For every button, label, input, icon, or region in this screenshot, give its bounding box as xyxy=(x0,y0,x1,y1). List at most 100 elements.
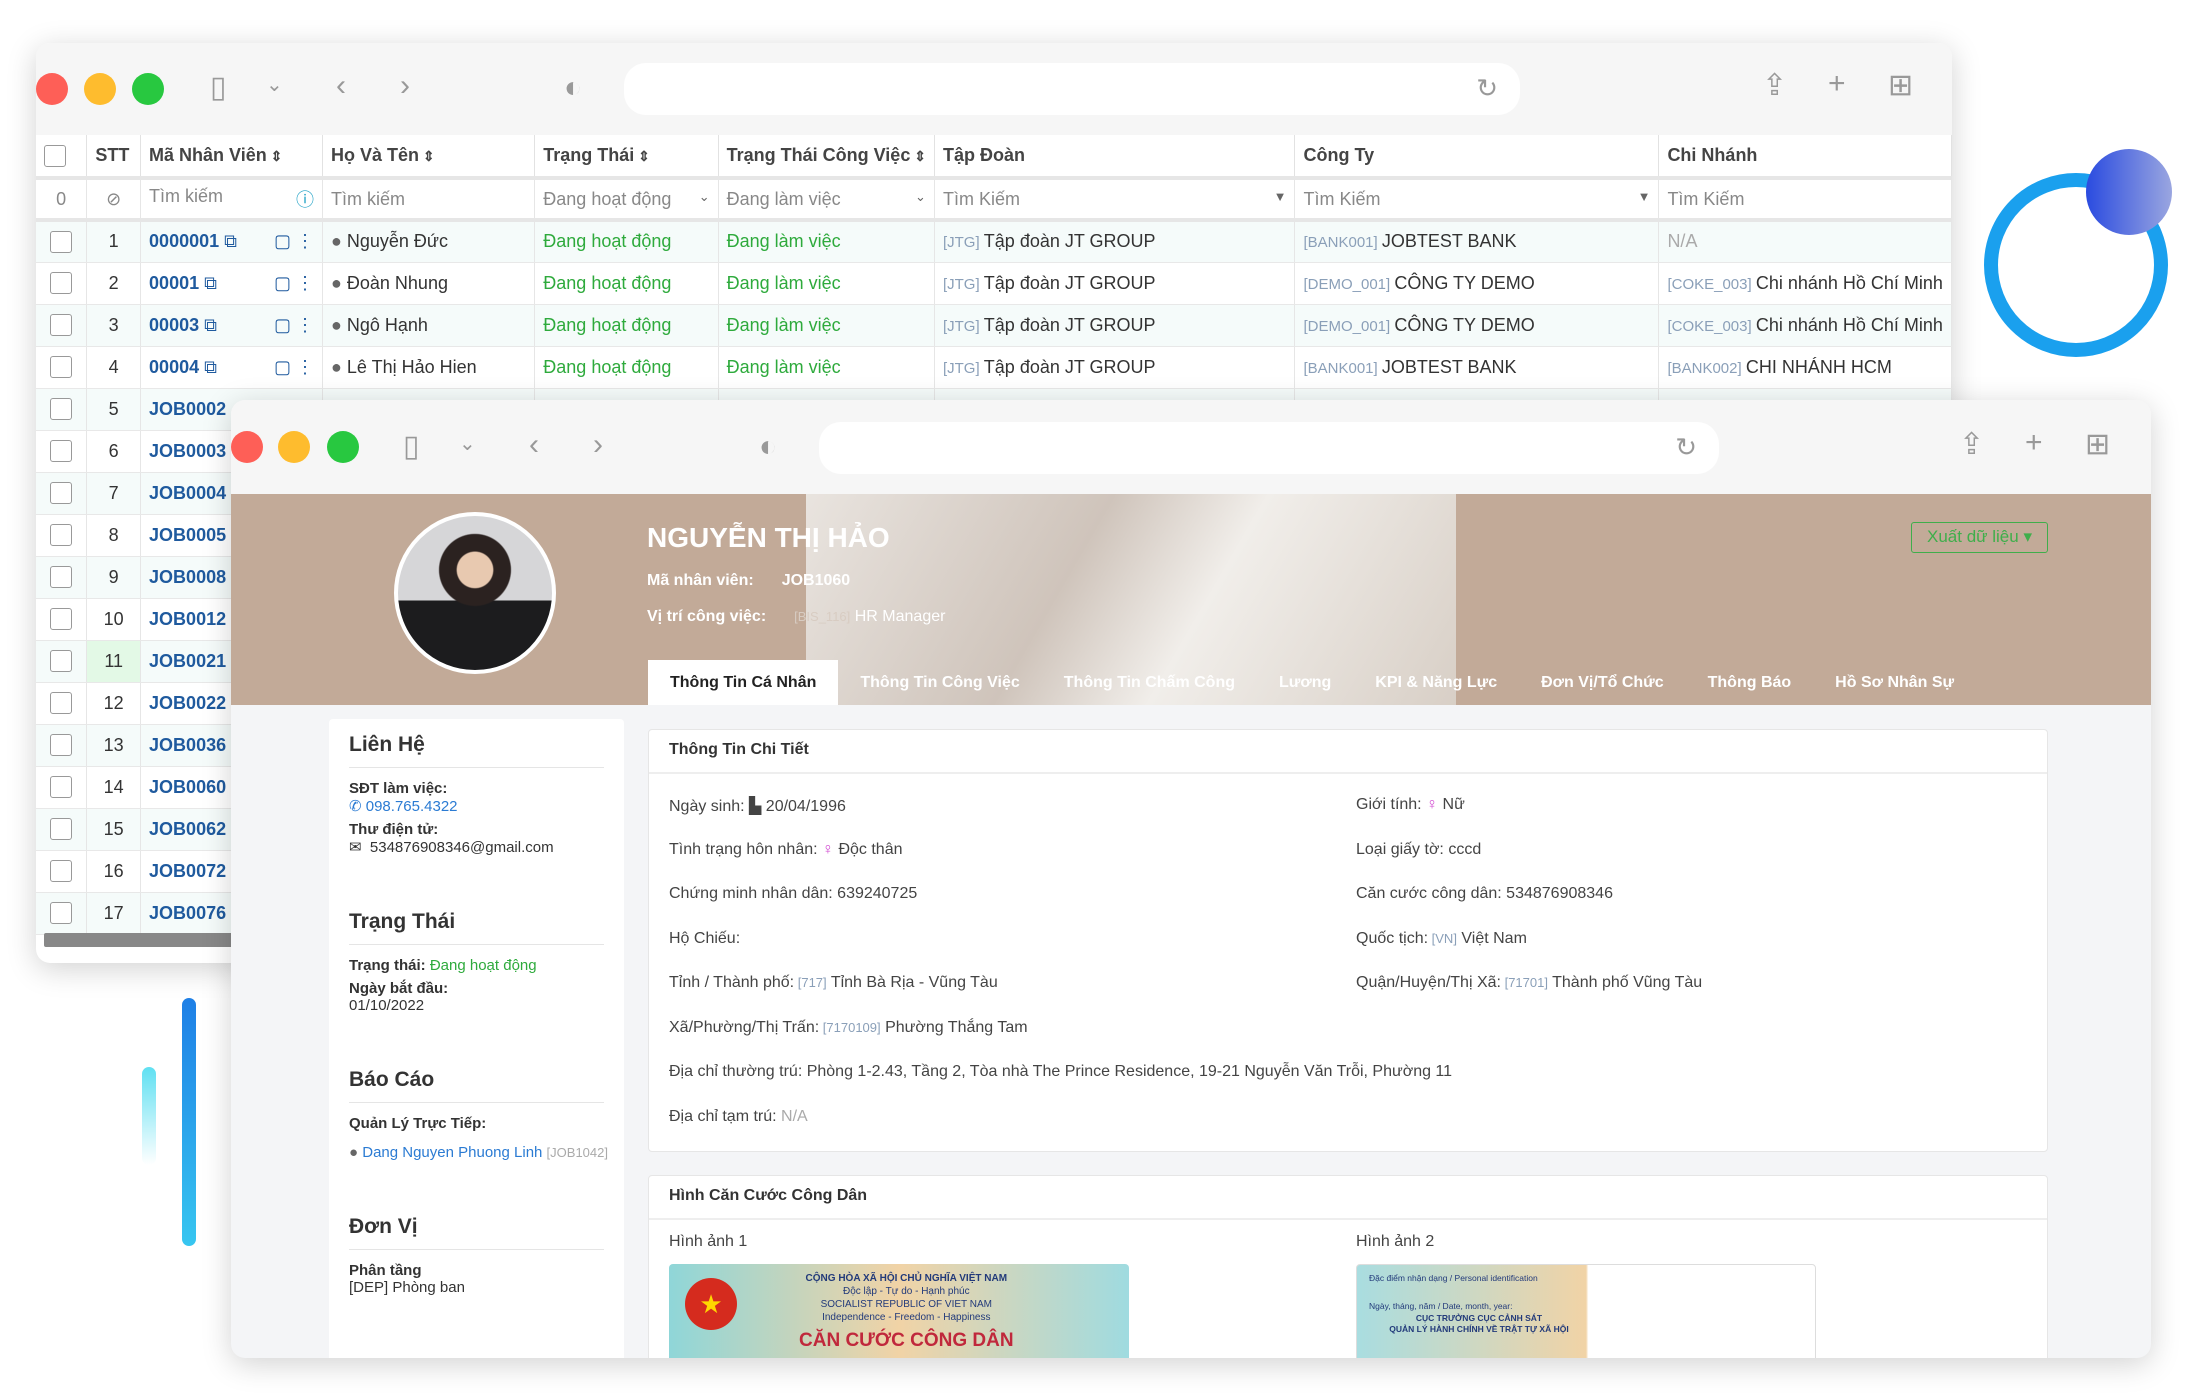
column-header[interactable]: Mã Nhân Viên ⇕ xyxy=(140,135,324,180)
employee-code-link[interactable]: 00004 xyxy=(149,357,199,377)
close-button[interactable] xyxy=(36,73,68,105)
address-bar[interactable]: ↻ xyxy=(624,63,1520,115)
clear-filter-button[interactable]: ⊘ xyxy=(86,178,142,222)
tab-4[interactable]: KPI & Năng Lực xyxy=(1353,660,1519,705)
row-select[interactable] xyxy=(36,346,88,389)
filter-full-name[interactable]: Tìm kiếm xyxy=(322,178,536,222)
info-icon[interactable]: ⓘ xyxy=(296,186,314,212)
external-link-icon[interactable]: ⧉ xyxy=(219,231,237,251)
employee-code-link[interactable]: JOB0036 xyxy=(149,735,226,755)
sort-icon[interactable]: ⇕ xyxy=(419,148,435,164)
sort-icon[interactable]: ⇕ xyxy=(634,148,650,164)
row-select[interactable] xyxy=(36,556,88,599)
new-tab-icon[interactable]: + xyxy=(1828,69,1846,99)
employee-code-link[interactable]: JOB0008 xyxy=(149,567,226,587)
address-bar[interactable]: ↻ xyxy=(819,422,1719,474)
row-checkbox[interactable] xyxy=(50,692,73,715)
row-select[interactable] xyxy=(36,682,88,725)
select-all-checkbox[interactable] xyxy=(44,144,66,167)
row-checkbox[interactable] xyxy=(50,902,73,925)
id-card-back-image[interactable]: Đặc điểm nhận dạng / Personal identifica… xyxy=(1356,1264,1816,1358)
tab-3[interactable]: Lương xyxy=(1257,660,1353,705)
sort-icon[interactable]: ⇕ xyxy=(267,148,283,164)
row-actions[interactable]: ▢ ⋮ xyxy=(274,273,314,294)
row-actions[interactable]: ▢ ⋮ xyxy=(274,357,314,378)
row-checkbox[interactable] xyxy=(50,734,73,757)
filter-group-select[interactable]: Tìm Kiếm ▼ xyxy=(934,178,1296,222)
filter-branch[interactable]: Tìm Kiếm xyxy=(1658,178,1952,222)
tab-overview-icon[interactable]: ⊞ xyxy=(2085,430,2110,460)
employee-code-link[interactable]: JOB0005 xyxy=(149,525,226,545)
reload-icon[interactable]: ↻ xyxy=(1675,434,1697,460)
row-select[interactable] xyxy=(36,220,88,263)
row-checkbox[interactable] xyxy=(50,482,73,505)
employee-code-link[interactable]: JOB0060 xyxy=(149,777,226,797)
row-checkbox[interactable] xyxy=(50,230,73,253)
row-actions[interactable]: ▢ ⋮ xyxy=(274,231,314,252)
chevron-down-icon[interactable]: ⌄ xyxy=(266,75,283,95)
maximize-button[interactable] xyxy=(132,73,164,105)
back-icon[interactable]: ‹ xyxy=(529,430,539,460)
employee-code-link[interactable]: JOB0076 xyxy=(149,903,226,923)
external-link-icon[interactable]: ⧉ xyxy=(199,357,217,377)
row-select[interactable] xyxy=(36,724,88,767)
row-checkbox[interactable] xyxy=(50,356,73,379)
filter-status-select[interactable]: Đang hoạt động ⌄ xyxy=(534,178,719,222)
column-header[interactable]: Trạng Thái Công Việc ⇕ xyxy=(718,135,935,180)
row-select[interactable] xyxy=(36,808,88,851)
tab-7[interactable]: Hồ Sơ Nhân Sự xyxy=(1813,660,1976,705)
forward-icon[interactable]: › xyxy=(593,430,603,460)
column-header[interactable]: STT xyxy=(86,135,142,180)
filter-employee-code[interactable]: Tìm kiếm ⓘ xyxy=(140,178,324,222)
row-select[interactable] xyxy=(36,514,88,557)
new-tab-icon[interactable]: + xyxy=(2025,428,2043,458)
sort-icon[interactable]: ⇕ xyxy=(910,148,926,164)
employee-code-link[interactable]: JOB0021 xyxy=(149,651,226,671)
phone-link[interactable]: 098.765.4322 xyxy=(366,798,458,815)
employee-code-link[interactable]: JOB0003 xyxy=(149,441,226,461)
horizontal-scrollbar[interactable] xyxy=(44,933,244,947)
employee-code-link[interactable]: JOB0012 xyxy=(149,609,226,629)
tab-0[interactable]: Thông Tin Cá Nhân xyxy=(648,660,839,705)
row-select[interactable] xyxy=(36,430,88,473)
row-checkbox[interactable] xyxy=(50,650,73,673)
column-header[interactable]: Họ Và Tên ⇕ xyxy=(322,135,536,180)
row-select[interactable] xyxy=(36,640,88,683)
filter-work-status-select[interactable]: Đang làm việc ⌄ xyxy=(718,178,935,222)
table-row[interactable]: 4 00004 ⧉ ▢ ⋮ ● Lê Thị Hảo Hien Đang hoạt độ… xyxy=(36,346,1952,389)
row-checkbox[interactable] xyxy=(50,776,73,799)
tab-5[interactable]: Đơn Vị/Tổ Chức xyxy=(1519,660,1686,705)
row-checkbox[interactable] xyxy=(50,566,73,589)
column-header[interactable]: Tập Đoàn xyxy=(934,135,1296,180)
row-select[interactable] xyxy=(36,598,88,641)
manager-link[interactable]: Dang Nguyen Phuong Linh xyxy=(362,1144,542,1161)
filter-company-select[interactable]: Tìm Kiếm ▼ xyxy=(1294,178,1660,222)
row-checkbox[interactable] xyxy=(50,524,73,547)
minimize-button[interactable] xyxy=(278,431,310,463)
shield-icon[interactable]: ◐ xyxy=(564,73,582,103)
tab-overview-icon[interactable]: ⊞ xyxy=(1888,71,1913,101)
table-row[interactable]: 3 00003 ⧉ ▢ ⋮ ● Ngô Hạnh Đang hoạt động Đang … xyxy=(36,304,1952,347)
forward-icon[interactable]: › xyxy=(400,71,410,101)
employee-code-link[interactable]: 00001 xyxy=(149,273,199,293)
chevron-down-icon[interactable]: ⌄ xyxy=(459,434,476,454)
employee-code-link[interactable]: JOB0072 xyxy=(149,861,226,881)
row-checkbox[interactable] xyxy=(50,398,73,421)
row-checkbox[interactable] xyxy=(50,860,73,883)
employee-code-link[interactable]: 0000001 xyxy=(149,231,219,251)
row-select[interactable] xyxy=(36,388,88,431)
row-select[interactable] xyxy=(36,892,88,935)
row-checkbox[interactable] xyxy=(50,440,73,463)
row-checkbox[interactable] xyxy=(50,314,73,337)
row-select[interactable] xyxy=(36,304,88,347)
employee-code-link[interactable]: JOB0022 xyxy=(149,693,226,713)
minimize-button[interactable] xyxy=(84,73,116,105)
share-icon[interactable]: ⇪ xyxy=(1959,430,1984,460)
id-card-front-image[interactable]: ★ CỘNG HÒA XÃ HỘI CHỦ NGHĨA VIỆT NAM Độc … xyxy=(669,1264,1129,1358)
column-header[interactable]: Trạng Thái ⇕ xyxy=(534,135,719,180)
sidebar-toggle-icon[interactable]: ▯ xyxy=(210,73,227,103)
table-row[interactable]: 2 00001 ⧉ ▢ ⋮ ● Đoàn Nhung Đang hoạt động Đan… xyxy=(36,262,1952,305)
employee-code-link[interactable]: 00003 xyxy=(149,315,199,335)
external-link-icon[interactable]: ⧉ xyxy=(199,315,217,335)
close-button[interactable] xyxy=(231,431,263,463)
